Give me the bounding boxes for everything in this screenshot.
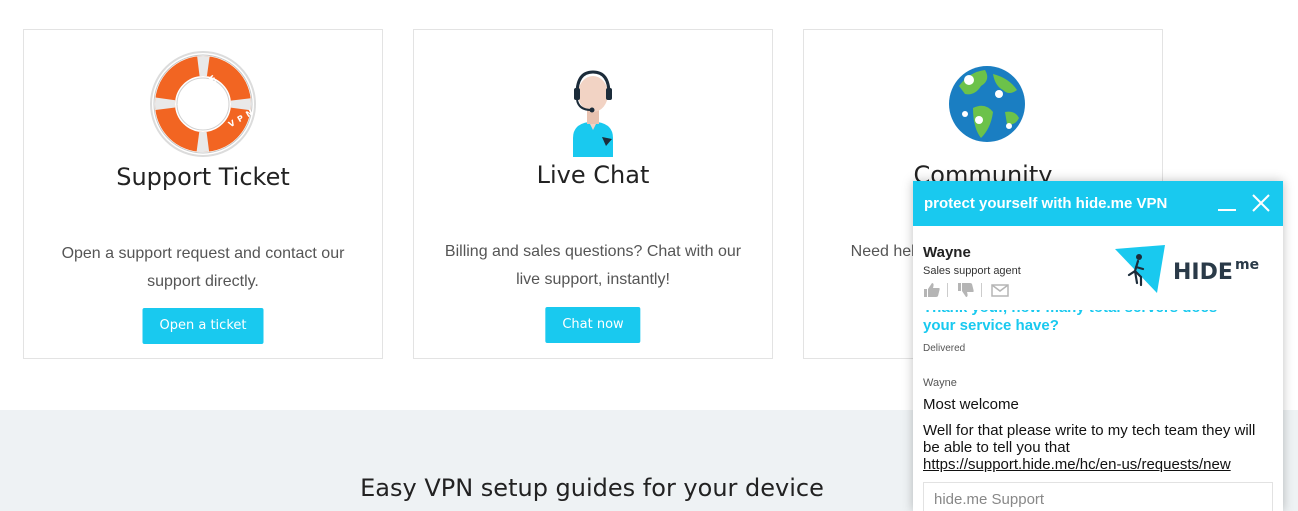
chat-widget: protect yourself with hide.me VPN Wayne … — [913, 181, 1283, 511]
agent-panel: Wayne Sales support agent HIDE me — [913, 226, 1283, 310]
divider — [947, 283, 948, 297]
globe-icon — [804, 50, 1162, 158]
agent-reply-text: Well for that please write to my tech te… — [923, 422, 1256, 456]
support-request-link[interactable]: https://support.hide.me/hc/en-us/request… — [923, 456, 1231, 473]
email-transcript-icon[interactable] — [991, 282, 1009, 298]
reply-author: Wayne — [923, 377, 957, 389]
agent-reply: Well for that please write to my tech te… — [923, 422, 1273, 473]
chat-message-input[interactable] — [923, 482, 1273, 511]
live-chat-card: Live Chat Billing and sales questions? C… — [413, 29, 773, 359]
agent-rating-actions — [923, 282, 1015, 298]
support-ticket-card: HIDE.ME VPN Support Ticket Open a suppor… — [23, 29, 383, 359]
chat-header-title: protect yourself with hide.me VPN — [924, 195, 1168, 212]
close-icon[interactable] — [1249, 191, 1273, 215]
thumbs-up-icon[interactable] — [923, 282, 941, 298]
chat-now-button[interactable]: Chat now — [545, 307, 641, 343]
agent-role: Sales support agent — [923, 265, 1021, 277]
card-description: Billing and sales questions? Chat with o… — [444, 243, 742, 288]
chat-messages: Thank you!, how many total servers does … — [913, 299, 1283, 490]
card-title: Support Ticket — [116, 163, 290, 191]
hideme-logo: HIDE me — [1113, 243, 1273, 295]
card-description: Open a support request and contact our s… — [61, 245, 345, 290]
thumbs-down-icon[interactable] — [957, 282, 975, 298]
agent-name: Wayne — [923, 244, 971, 261]
chat-header: protect yourself with hide.me VPN — [913, 181, 1283, 226]
open-ticket-button[interactable]: Open a ticket — [142, 308, 264, 344]
support-agent-icon — [414, 50, 772, 158]
agent-reply: Most welcome — [923, 396, 1019, 413]
divider — [981, 283, 982, 297]
lifebuoy-icon: HIDE.ME VPN — [24, 50, 382, 158]
logo-text: HIDE — [1173, 260, 1233, 285]
delivery-status: Delivered — [923, 343, 966, 354]
logo-suffix: me — [1235, 257, 1259, 273]
page: HIDE.ME VPN Support Ticket Open a suppor… — [0, 0, 1298, 511]
minimize-icon[interactable] — [1215, 191, 1239, 215]
card-title: Live Chat — [536, 161, 650, 189]
